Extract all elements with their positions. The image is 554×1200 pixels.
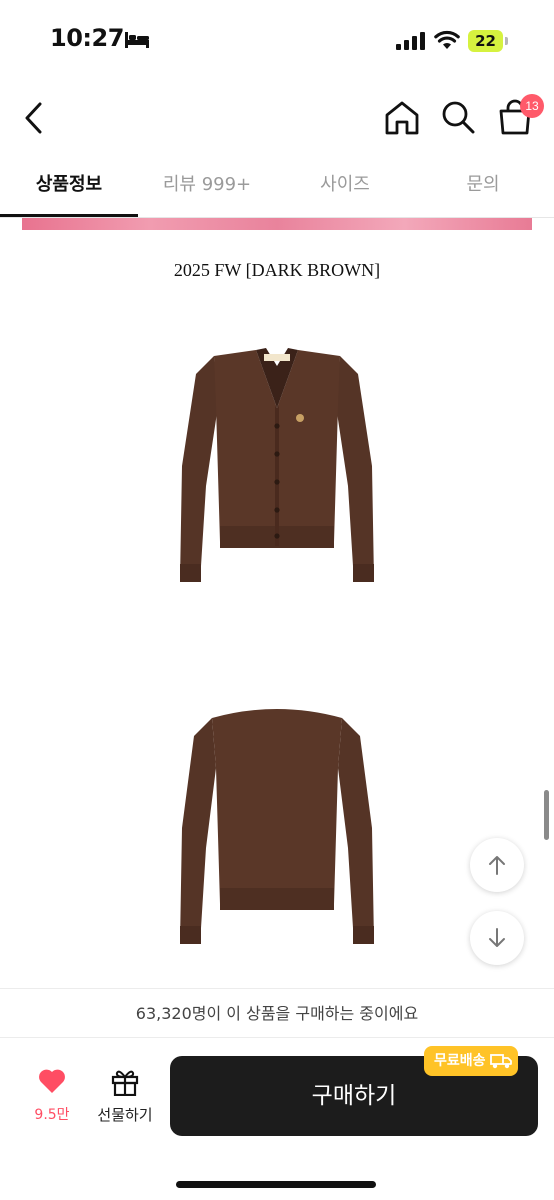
tab-size[interactable]: 사이즈 bbox=[276, 160, 414, 218]
battery-tip bbox=[505, 37, 508, 45]
product-tabs: 상품정보 리뷰 999+ 사이즈 문의 bbox=[0, 160, 554, 218]
truck-icon bbox=[489, 1054, 512, 1069]
arrow-up-icon bbox=[489, 856, 505, 875]
back-icon[interactable] bbox=[18, 98, 50, 138]
active-tab-underline bbox=[0, 214, 138, 217]
wifi-icon bbox=[434, 30, 460, 49]
like-button[interactable]: 9.5만 bbox=[24, 1068, 80, 1128]
tab-inquiry[interactable]: 문의 bbox=[414, 160, 552, 218]
arrow-down-icon bbox=[489, 928, 505, 947]
scroll-indicator[interactable] bbox=[544, 790, 549, 840]
banner-image-strip bbox=[22, 218, 532, 230]
heart-icon bbox=[39, 1069, 65, 1093]
gift-icon bbox=[111, 1070, 139, 1097]
search-icon[interactable] bbox=[440, 99, 476, 135]
free-shipping-label: 무료배송 bbox=[434, 1053, 486, 1069]
cart-count-badge: 13 bbox=[520, 94, 544, 118]
tab-reviews[interactable]: 리뷰 999+ bbox=[138, 160, 276, 218]
scroll-up-button[interactable] bbox=[470, 838, 524, 892]
gift-label: 선물하기 bbox=[97, 1106, 153, 1124]
status-bar: 10:27 22 bbox=[0, 0, 554, 80]
like-count: 9.5만 bbox=[34, 1107, 70, 1123]
gift-button[interactable]: 선물하기 bbox=[90, 1068, 160, 1128]
purchase-activity-notice: 63,320명이 이 상품을 구매하는 중이에요 bbox=[0, 988, 554, 1038]
top-nav-bar bbox=[0, 88, 554, 148]
battery-indicator: 22 bbox=[468, 30, 508, 52]
home-icon[interactable] bbox=[383, 100, 421, 136]
bottom-action-bar: 9.5만 선물하기 구매하기 무료배송 bbox=[0, 1038, 554, 1200]
season-color-title: 2025 FW [DARK BROWN] bbox=[173, 260, 381, 280]
product-image-front bbox=[180, 348, 374, 582]
home-indicator bbox=[176, 1181, 376, 1188]
scroll-down-button[interactable] bbox=[470, 911, 524, 965]
cellular-signal-icon bbox=[396, 32, 425, 50]
sleep-mode-icon bbox=[125, 32, 149, 48]
product-image-back bbox=[180, 709, 374, 944]
battery-level: 22 bbox=[475, 32, 496, 50]
tab-product-info[interactable]: 상품정보 bbox=[0, 160, 138, 218]
free-shipping-badge: 무료배송 bbox=[424, 1046, 518, 1076]
status-time: 10:27 bbox=[50, 24, 124, 52]
